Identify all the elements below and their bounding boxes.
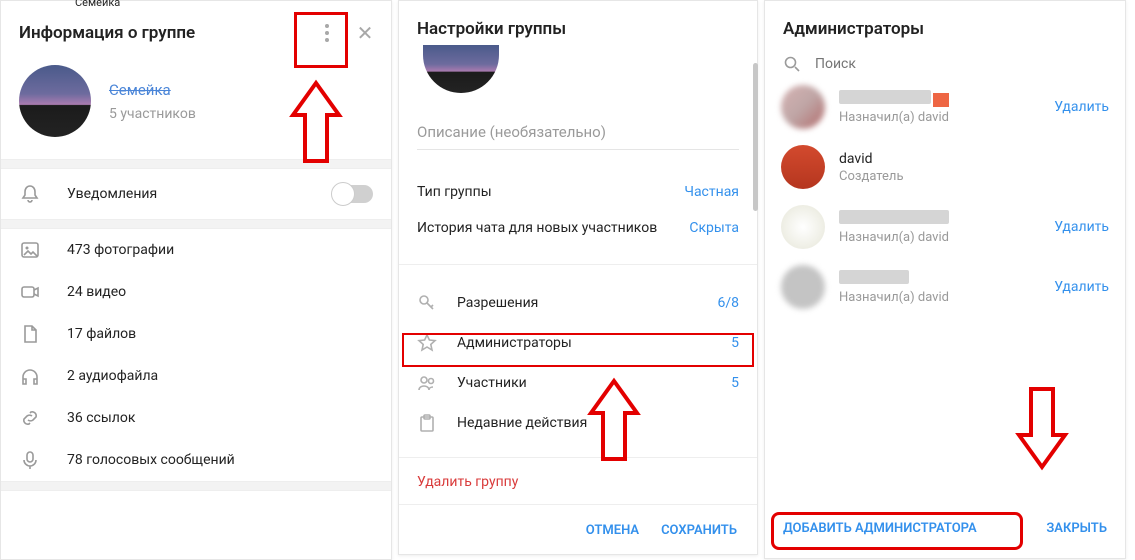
close-button[interactable]: ЗАКРЫТЬ [1046, 521, 1107, 536]
headphones-icon [19, 365, 43, 387]
file-icon [19, 323, 43, 345]
admin-name-redacted [839, 270, 909, 284]
divider [1, 159, 391, 169]
star-icon [417, 333, 439, 353]
history-value: Скрыта [689, 220, 739, 236]
close-icon[interactable]: ✕ [353, 21, 377, 45]
delete-admin-button[interactable]: Удалить [1054, 279, 1109, 295]
avatar [781, 265, 825, 309]
bell-icon [19, 183, 43, 205]
image-icon [19, 239, 43, 261]
admin-subtitle: Назначил(а) david [839, 110, 1040, 125]
notifications-row[interactable]: Уведомления [1, 169, 391, 219]
users-icon [417, 373, 439, 393]
link-icon [19, 407, 43, 429]
voice-label: 78 голосовых сообщений [67, 452, 235, 468]
description-field[interactable]: Описание (необязательно) [417, 115, 739, 150]
more-menu-button[interactable] [313, 19, 341, 47]
annotation-arrow-icon [1013, 385, 1071, 471]
admins-value: 5 [731, 335, 739, 351]
permissions-label: Разрешения [457, 295, 699, 311]
notifications-toggle[interactable] [333, 185, 373, 203]
search-row[interactable] [765, 47, 1125, 77]
members-row[interactable]: Участники 5 [399, 363, 757, 403]
key-icon [417, 293, 439, 313]
group-members-count: 5 участников [109, 106, 196, 122]
voice-row[interactable]: 78 голосовых сообщений [1, 439, 391, 481]
admins-footer: ДОБАВИТЬ АДМИНИСТРАТОРА ЗАКРЫТЬ [765, 499, 1125, 558]
videos-label: 24 видео [67, 284, 126, 300]
files-label: 17 файлов [67, 326, 136, 342]
admin-name-redacted [839, 210, 949, 224]
group-avatar[interactable] [423, 45, 499, 93]
members-label: Участники [457, 375, 713, 391]
admin-subtitle: Создатель [839, 169, 1109, 184]
group-name[interactable]: Семейка [109, 81, 196, 99]
group-settings-title: Настройки группы [417, 19, 743, 39]
admins-label: Администраторы [457, 335, 713, 351]
members-value: 5 [731, 375, 739, 391]
recent-actions-label: Недавние действия [457, 415, 739, 431]
scrollbar[interactable] [753, 63, 758, 211]
audio-label: 2 аудиофайла [67, 368, 158, 384]
photos-row[interactable]: 473 фотографии [1, 229, 391, 271]
admin-list-item[interactable]: david Создатель [765, 137, 1125, 197]
links-label: 36 ссылок [67, 410, 135, 426]
permissions-value: 6/8 [717, 295, 739, 311]
group-info-panel: Семейка Информация о группе ✕ Семейка 5 … [0, 0, 392, 560]
search-input[interactable] [815, 56, 1107, 72]
admin-subtitle: Назначил(а) david [839, 290, 1040, 305]
admin-subtitle: Назначил(а) david [839, 230, 1040, 245]
divider [1, 219, 391, 229]
delete-admin-button[interactable]: Удалить [1054, 219, 1109, 235]
video-icon [19, 281, 43, 303]
group-settings-panel: Настройки группы Описание (необязательно… [398, 0, 758, 555]
admin-list-item[interactable]: Назначил(а) david Удалить [765, 197, 1125, 257]
admins-row[interactable]: Администраторы 5 [399, 323, 757, 363]
permissions-row[interactable]: Разрешения 6/8 [399, 283, 757, 323]
videos-row[interactable]: 24 видео [1, 271, 391, 313]
search-icon [783, 55, 801, 73]
divider [399, 264, 757, 265]
group-type-label: Тип группы [417, 184, 684, 200]
history-label: История чата для новых участников [417, 220, 689, 236]
admin-list-item[interactable]: Назначил(а) david Удалить [765, 77, 1125, 137]
audio-row[interactable]: 2 аудиофайла [1, 355, 391, 397]
group-type-value: Частная [684, 184, 739, 200]
delete-group-button[interactable]: Удалить группу [399, 458, 757, 490]
files-row[interactable]: 17 файлов [1, 313, 391, 355]
save-button[interactable]: СОХРАНИТЬ [661, 523, 737, 538]
admin-name-redacted [839, 90, 931, 104]
add-administrator-button[interactable]: ДОБАВИТЬ АДМИНИСТРАТОРА [777, 513, 983, 544]
administrators-title: Администраторы [783, 19, 924, 39]
recent-actions-row[interactable]: Недавние действия [399, 403, 757, 443]
group-info-title: Информация о группе [19, 23, 313, 43]
avatar [781, 205, 825, 249]
clipboard-icon [417, 413, 439, 433]
settings-footer: ОТМЕНА СОХРАНИТЬ [399, 504, 757, 554]
cancel-button[interactable]: ОТМЕНА [586, 523, 639, 538]
divider [1, 481, 391, 491]
chat-history-row[interactable]: История чата для новых участников Скрыта [399, 210, 757, 246]
administrators-panel: Администраторы Назначил(а) david Удалить… [764, 0, 1126, 559]
links-row[interactable]: 36 ссылок [1, 397, 391, 439]
avatar [781, 145, 825, 189]
notifications-label: Уведомления [67, 186, 309, 202]
background-tab-hint: Семейка [75, 0, 120, 9]
admin-list-item[interactable]: Назначил(а) david Удалить [765, 257, 1125, 317]
photos-label: 473 фотографии [67, 242, 174, 258]
badge-icon [933, 93, 949, 107]
mic-icon [19, 449, 43, 471]
group-type-row[interactable]: Тип группы Частная [399, 174, 757, 210]
group-avatar[interactable] [19, 65, 91, 137]
delete-admin-button[interactable]: Удалить [1054, 99, 1109, 115]
avatar [781, 85, 825, 129]
admin-name: david [839, 151, 1109, 167]
